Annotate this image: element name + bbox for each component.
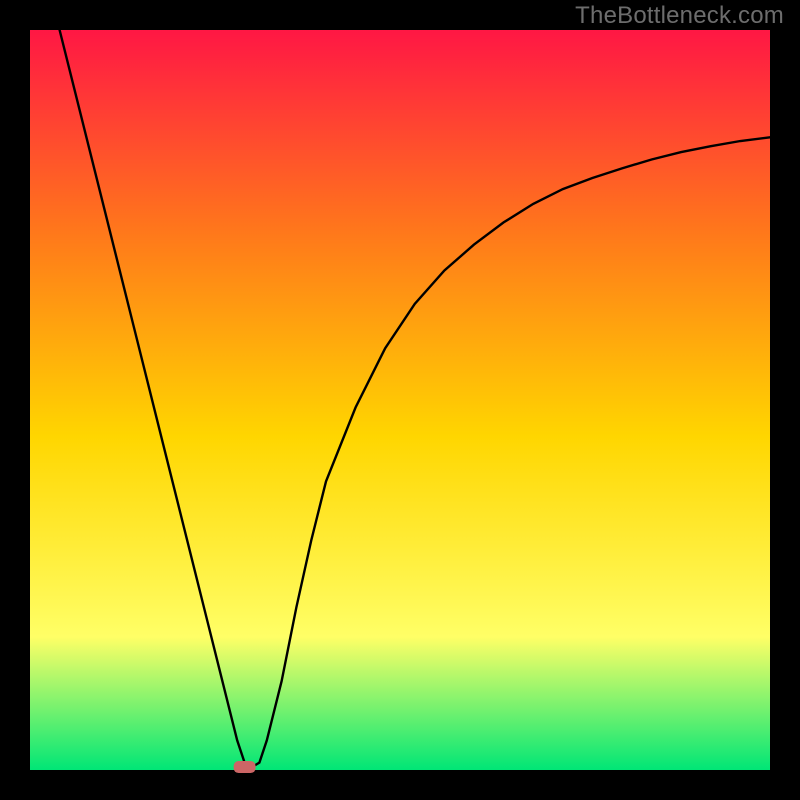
watermark-text: TheBottleneck.com [575, 2, 784, 30]
minimum-marker [234, 761, 256, 773]
bottleneck-chart [0, 0, 800, 800]
plot-background [30, 30, 770, 770]
chart-frame: TheBottleneck.com [0, 0, 800, 800]
